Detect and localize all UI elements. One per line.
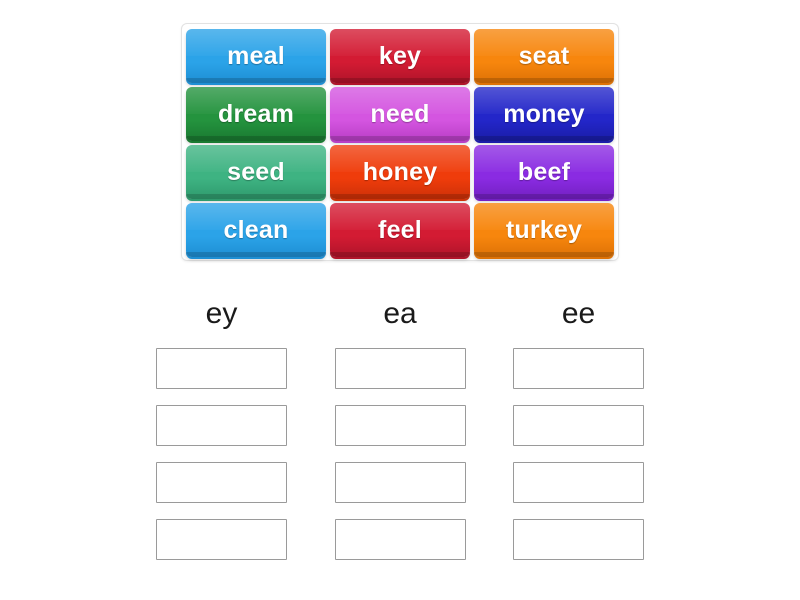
word-tile-honey[interactable]: honey — [330, 145, 470, 199]
word-tile-meal[interactable]: meal — [186, 29, 326, 83]
word-tile-label: meal — [227, 41, 285, 70]
word-tile-label: beef — [517, 157, 571, 186]
activity-stage: meal key seat dream need money seed hone… — [0, 0, 800, 600]
dropzone-ee-2[interactable] — [513, 405, 644, 446]
dropzone-ee-3[interactable] — [513, 462, 644, 503]
word-tile-label: key — [378, 41, 422, 70]
word-tile-label: need — [370, 99, 430, 128]
word-tile-money[interactable]: money — [474, 87, 614, 141]
word-tile-tray: meal key seat dream need money seed hone… — [181, 23, 619, 261]
column-header-ea: ea — [383, 297, 417, 330]
tile-row: clean feel turkey — [186, 203, 614, 259]
word-tile-need[interactable]: need — [330, 87, 470, 141]
column-header-ey: ey — [205, 297, 238, 330]
column-header-ee: ee — [561, 297, 596, 330]
tile-row: meal key seat — [186, 29, 614, 85]
dropzone-ea-2[interactable] — [334, 405, 466, 446]
word-tile-label: clean — [223, 215, 289, 244]
dropzone-ee-4[interactable] — [513, 519, 644, 560]
dropzone-ey-2[interactable] — [156, 405, 287, 446]
word-tile-label: feel — [378, 215, 422, 244]
word-tile-label: turkey — [505, 215, 583, 244]
dropzone-ea-4[interactable] — [334, 519, 466, 560]
word-tile-turkey[interactable]: turkey — [474, 203, 614, 257]
word-tile-dream[interactable]: dream — [186, 87, 326, 141]
word-tile-label: money — [503, 99, 585, 128]
word-tile-clean[interactable]: clean — [186, 203, 326, 257]
dropzone-ey-3[interactable] — [156, 462, 287, 503]
word-tile-seed[interactable]: seed — [186, 145, 326, 199]
word-tile-label: dream — [217, 99, 295, 128]
sort-column-ea: ea — [334, 292, 466, 560]
dropzone-ey-4[interactable] — [156, 519, 287, 560]
tile-row: seed honey beef — [186, 145, 614, 201]
dropzone-ey-1[interactable] — [156, 348, 287, 389]
word-tile-label: seed — [227, 157, 285, 186]
word-tile-beef[interactable]: beef — [474, 145, 614, 199]
word-tile-label: honey — [362, 157, 438, 186]
sort-columns: ey ea ee — [156, 292, 644, 560]
word-tile-seat[interactable]: seat — [474, 29, 614, 83]
word-tile-feel[interactable]: feel — [330, 203, 470, 257]
word-tile-label: seat — [518, 41, 570, 70]
dropzone-ea-1[interactable] — [334, 348, 466, 389]
dropzone-ee-1[interactable] — [513, 348, 644, 389]
sort-column-ee: ee — [513, 292, 644, 560]
dropzone-ea-3[interactable] — [334, 462, 466, 503]
tile-row: dream need money — [186, 87, 614, 143]
sort-column-ey: ey — [156, 292, 287, 560]
word-tile-key[interactable]: key — [330, 29, 470, 83]
